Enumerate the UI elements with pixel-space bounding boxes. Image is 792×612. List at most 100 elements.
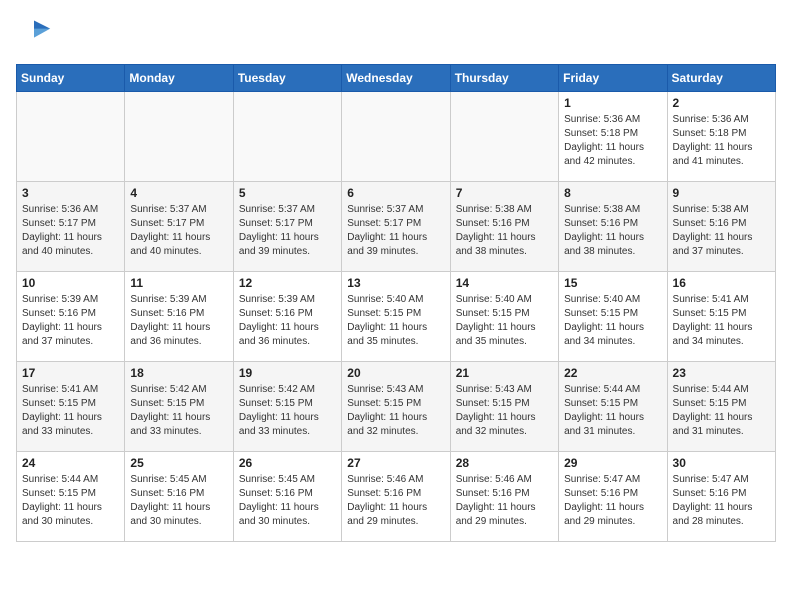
day-info: Sunrise: 5:40 AM Sunset: 5:15 PM Dayligh… [456, 293, 553, 349]
day-cell [17, 92, 125, 182]
day-info: Sunrise: 5:40 AM Sunset: 5:15 PM Dayligh… [564, 293, 661, 349]
day-info: Sunrise: 5:36 AM Sunset: 5:18 PM Dayligh… [673, 113, 770, 169]
day-number: 14 [456, 276, 553, 290]
weekday-tuesday: Tuesday [233, 65, 341, 92]
day-cell [125, 92, 233, 182]
day-cell: 3Sunrise: 5:36 AM Sunset: 5:17 PM Daylig… [17, 182, 125, 272]
day-cell: 18 Sunrise: 5:42 AM Sunset: 5:15 PM Dayli… [125, 362, 233, 452]
day-info: Sunrise: 5:43 AM Sunset: 5:15 PM Dayligh… [347, 383, 444, 439]
week-row-0: 1 Sunrise: 5:36 AM Sunset: 5:18 PM Daylig… [17, 92, 776, 182]
day-cell: 26 Sunrise: 5:45 AM Sunset: 5:16 PM Dayli… [233, 452, 341, 542]
week-row-3: 17Sunrise: 5:41 AM Sunset: 5:15 PM Dayli… [17, 362, 776, 452]
calendar-header: SundayMondayTuesdayWednesdayThursdayFrid… [17, 65, 776, 92]
day-cell: 4 Sunrise: 5:37 AM Sunset: 5:17 PM Daylig… [125, 182, 233, 272]
day-cell: 21Sunrise: 5:43 AM Sunset: 5:15 PM Dayli… [450, 362, 558, 452]
day-number: 16 [673, 276, 770, 290]
day-info: Sunrise: 5:47 AM Sunset: 5:16 PM Dayligh… [564, 473, 661, 529]
day-number: 25 [130, 456, 227, 470]
day-info: Sunrise: 5:39 AM Sunset: 5:16 PM Dayligh… [130, 293, 227, 349]
day-info: Sunrise: 5:38 AM Sunset: 5:16 PM Dayligh… [456, 203, 553, 259]
day-cell: 27 Sunrise: 5:46 AM Sunset: 5:16 PM Dayli… [342, 452, 450, 542]
week-row-2: 10 Sunrise: 5:39 AM Sunset: 5:16 PM Dayli… [17, 272, 776, 362]
day-number: 28 [456, 456, 553, 470]
day-number: 13 [347, 276, 444, 290]
day-info: Sunrise: 5:42 AM Sunset: 5:15 PM Dayligh… [239, 383, 336, 439]
weekday-monday: Monday [125, 65, 233, 92]
day-cell: 29 Sunrise: 5:47 AM Sunset: 5:16 PM Dayli… [559, 452, 667, 542]
day-info: Sunrise: 5:44 AM Sunset: 5:15 PM Dayligh… [673, 383, 770, 439]
day-info: Sunrise: 5:37 AM Sunset: 5:17 PM Dayligh… [347, 203, 444, 259]
day-number: 18 [130, 366, 227, 380]
day-cell: 23 Sunrise: 5:44 AM Sunset: 5:15 PM Dayli… [667, 362, 775, 452]
calendar-table: SundayMondayTuesdayWednesdayThursdayFrid… [16, 64, 776, 542]
day-number: 4 [130, 186, 227, 200]
day-cell: 1 Sunrise: 5:36 AM Sunset: 5:18 PM Daylig… [559, 92, 667, 182]
day-cell: 7Sunrise: 5:38 AM Sunset: 5:16 PM Daylig… [450, 182, 558, 272]
day-info: Sunrise: 5:41 AM Sunset: 5:15 PM Dayligh… [22, 383, 119, 439]
day-number: 26 [239, 456, 336, 470]
day-info: Sunrise: 5:37 AM Sunset: 5:17 PM Dayligh… [130, 203, 227, 259]
day-number: 10 [22, 276, 119, 290]
day-cell [233, 92, 341, 182]
day-cell: 28 Sunrise: 5:46 AM Sunset: 5:16 PM Dayli… [450, 452, 558, 542]
day-cell: 6 Sunrise: 5:37 AM Sunset: 5:17 PM Daylig… [342, 182, 450, 272]
day-info: Sunrise: 5:45 AM Sunset: 5:16 PM Dayligh… [239, 473, 336, 529]
logo-icon [16, 16, 52, 52]
day-info: Sunrise: 5:38 AM Sunset: 5:16 PM Dayligh… [673, 203, 770, 259]
day-number: 23 [673, 366, 770, 380]
day-info: Sunrise: 5:44 AM Sunset: 5:15 PM Dayligh… [564, 383, 661, 439]
day-cell: 9 Sunrise: 5:38 AM Sunset: 5:16 PM Daylig… [667, 182, 775, 272]
day-number: 1 [564, 96, 661, 110]
calendar-body: 1 Sunrise: 5:36 AM Sunset: 5:18 PM Daylig… [17, 92, 776, 542]
day-info: Sunrise: 5:47 AM Sunset: 5:16 PM Dayligh… [673, 473, 770, 529]
day-cell [450, 92, 558, 182]
day-info: Sunrise: 5:44 AM Sunset: 5:15 PM Dayligh… [22, 473, 119, 529]
day-number: 22 [564, 366, 661, 380]
day-number: 15 [564, 276, 661, 290]
day-info: Sunrise: 5:38 AM Sunset: 5:16 PM Dayligh… [564, 203, 661, 259]
day-info: Sunrise: 5:46 AM Sunset: 5:16 PM Dayligh… [456, 473, 553, 529]
logo [16, 16, 56, 52]
day-cell: 24 Sunrise: 5:44 AM Sunset: 5:15 PM Dayli… [17, 452, 125, 542]
day-cell: 14 Sunrise: 5:40 AM Sunset: 5:15 PM Dayli… [450, 272, 558, 362]
day-number: 27 [347, 456, 444, 470]
day-number: 6 [347, 186, 444, 200]
day-info: Sunrise: 5:39 AM Sunset: 5:16 PM Dayligh… [239, 293, 336, 349]
day-cell: 13 Sunrise: 5:40 AM Sunset: 5:15 PM Dayli… [342, 272, 450, 362]
day-info: Sunrise: 5:41 AM Sunset: 5:15 PM Dayligh… [673, 293, 770, 349]
day-cell: 2Sunrise: 5:36 AM Sunset: 5:18 PM Daylig… [667, 92, 775, 182]
day-cell: 20 Sunrise: 5:43 AM Sunset: 5:15 PM Dayli… [342, 362, 450, 452]
day-number: 11 [130, 276, 227, 290]
week-row-4: 24 Sunrise: 5:44 AM Sunset: 5:15 PM Dayli… [17, 452, 776, 542]
weekday-wednesday: Wednesday [342, 65, 450, 92]
day-number: 5 [239, 186, 336, 200]
day-number: 8 [564, 186, 661, 200]
day-info: Sunrise: 5:37 AM Sunset: 5:17 PM Dayligh… [239, 203, 336, 259]
day-cell: 30Sunrise: 5:47 AM Sunset: 5:16 PM Dayli… [667, 452, 775, 542]
day-number: 9 [673, 186, 770, 200]
day-cell: 8 Sunrise: 5:38 AM Sunset: 5:16 PM Daylig… [559, 182, 667, 272]
day-cell: 15 Sunrise: 5:40 AM Sunset: 5:15 PM Dayli… [559, 272, 667, 362]
day-cell: 12 Sunrise: 5:39 AM Sunset: 5:16 PM Dayli… [233, 272, 341, 362]
week-row-1: 3Sunrise: 5:36 AM Sunset: 5:17 PM Daylig… [17, 182, 776, 272]
day-cell [342, 92, 450, 182]
day-info: Sunrise: 5:36 AM Sunset: 5:18 PM Dayligh… [564, 113, 661, 169]
day-number: 29 [564, 456, 661, 470]
page-header [16, 16, 776, 52]
day-cell: 19Sunrise: 5:42 AM Sunset: 5:15 PM Dayli… [233, 362, 341, 452]
day-info: Sunrise: 5:43 AM Sunset: 5:15 PM Dayligh… [456, 383, 553, 439]
day-number: 12 [239, 276, 336, 290]
day-number: 24 [22, 456, 119, 470]
day-info: Sunrise: 5:45 AM Sunset: 5:16 PM Dayligh… [130, 473, 227, 529]
day-info: Sunrise: 5:36 AM Sunset: 5:17 PM Dayligh… [22, 203, 119, 259]
weekday-header-row: SundayMondayTuesdayWednesdayThursdayFrid… [17, 65, 776, 92]
day-cell: 11 Sunrise: 5:39 AM Sunset: 5:16 PM Dayli… [125, 272, 233, 362]
day-cell: 16 Sunrise: 5:41 AM Sunset: 5:15 PM Dayli… [667, 272, 775, 362]
day-info: Sunrise: 5:42 AM Sunset: 5:15 PM Dayligh… [130, 383, 227, 439]
day-number: 20 [347, 366, 444, 380]
day-cell: 10Sunrise: 5:39 AM Sunset: 5:16 PM Dayli… [17, 272, 125, 362]
day-cell: 25 Sunrise: 5:45 AM Sunset: 5:16 PM Dayli… [125, 452, 233, 542]
day-info: Sunrise: 5:46 AM Sunset: 5:16 PM Dayligh… [347, 473, 444, 529]
day-cell: 17Sunrise: 5:41 AM Sunset: 5:15 PM Dayli… [17, 362, 125, 452]
day-info: Sunrise: 5:40 AM Sunset: 5:15 PM Dayligh… [347, 293, 444, 349]
